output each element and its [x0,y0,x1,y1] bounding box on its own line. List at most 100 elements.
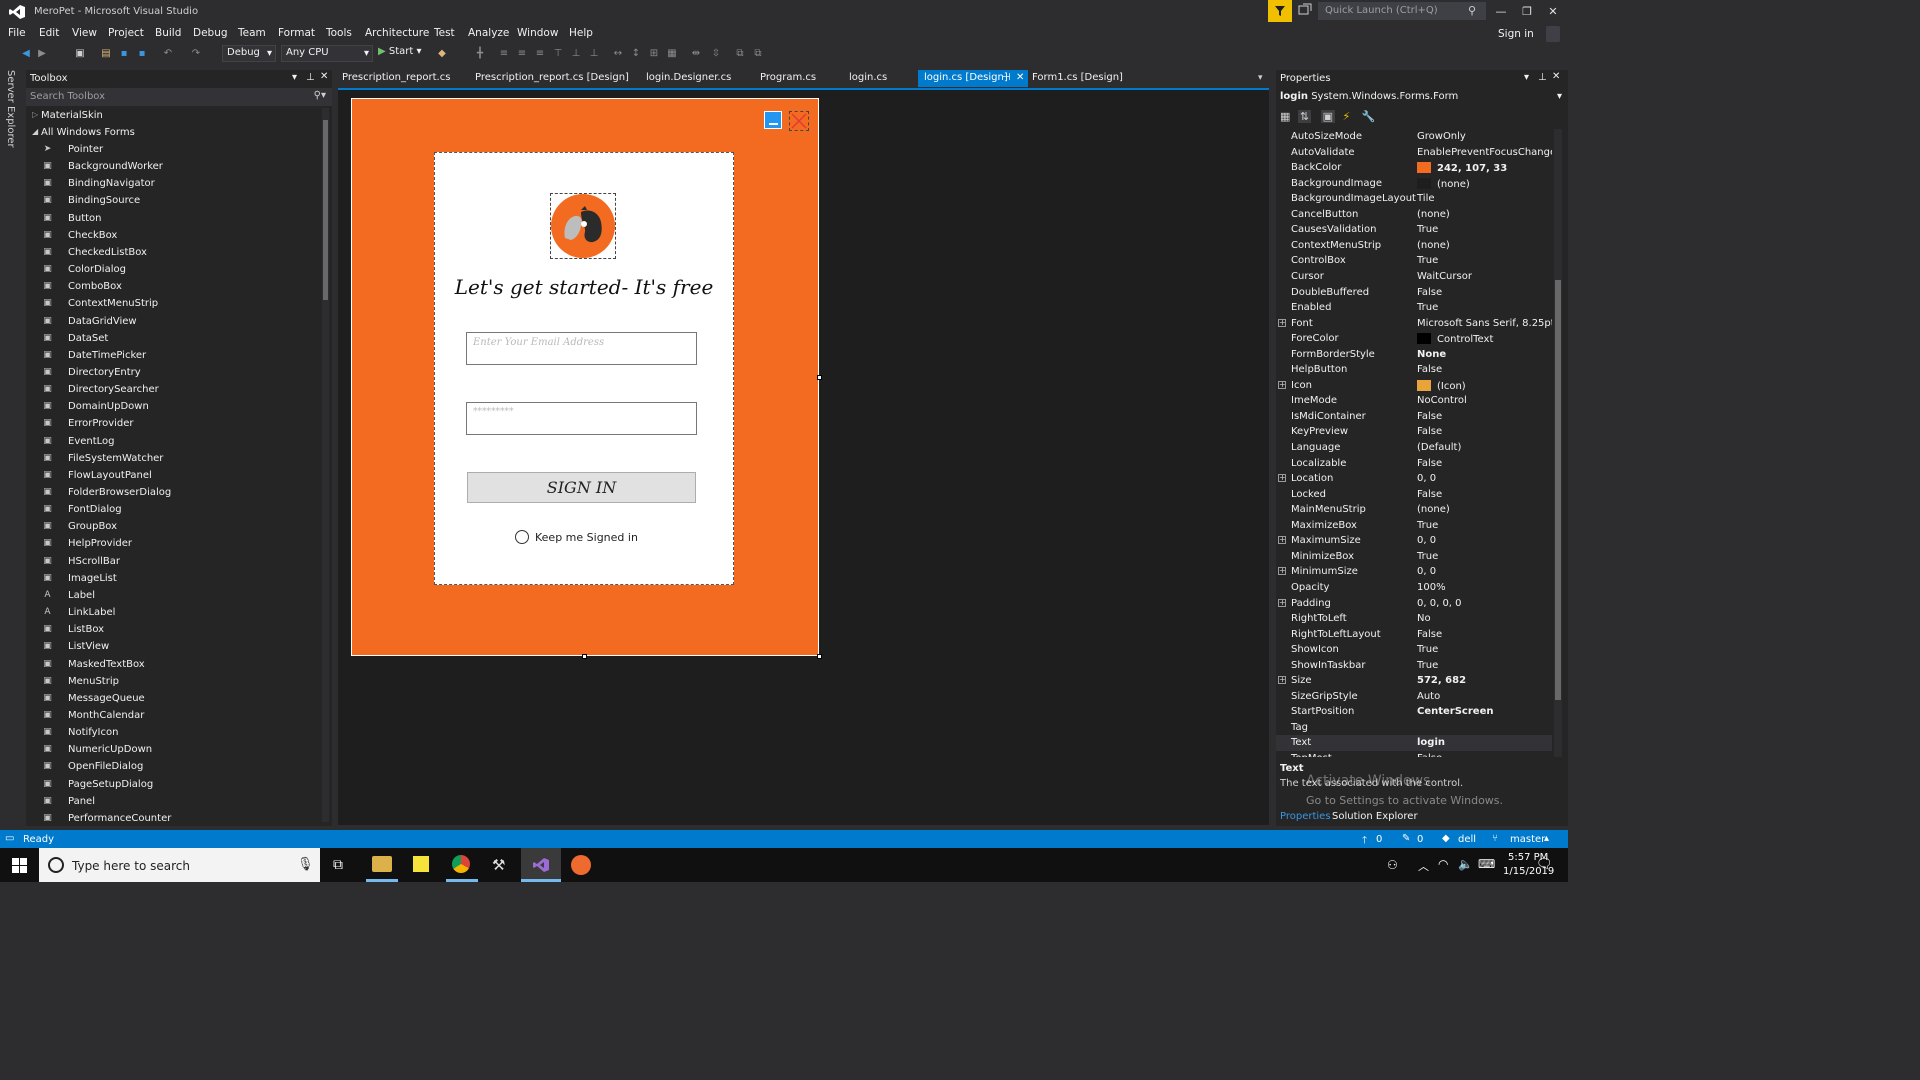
toolbox-group[interactable]: ▷ MaterialSkin [26,107,322,124]
toolbox-item[interactable]: A LinkLabel [26,604,322,621]
toolbox-item[interactable]: ▣ DataSet [26,330,322,347]
toolbox-item[interactable]: ▣ EventLog [26,433,322,450]
property-row[interactable]: + Icon (Icon) [1276,378,1552,394]
resize-handle-right[interactable] [817,375,822,380]
property-value[interactable]: (none) [1417,209,1450,220]
align-bottoms-icon[interactable]: ⊥ [588,48,600,60]
property-value[interactable]: (none) [1417,177,1470,190]
property-value[interactable]: 100% [1417,582,1446,593]
property-value[interactable]: True [1417,224,1438,235]
property-pages-icon[interactable]: 🔧 [1362,110,1376,123]
toolbox-item[interactable]: ▣ ImageList [26,570,322,587]
menu-analyze[interactable]: Analyze [468,27,509,39]
property-row[interactable]: Locked False [1276,487,1552,503]
menu-format[interactable]: Format [278,27,315,39]
property-value[interactable]: True [1417,644,1438,655]
back-navigation-icon[interactable]: ◀ [20,48,32,60]
property-value[interactable]: True [1417,302,1438,313]
expand-icon[interactable]: + [1278,676,1286,685]
property-row[interactable]: MainMenuStrip (none) [1276,502,1552,518]
toolbox-item[interactable]: ▣ MenuStrip [26,673,322,690]
property-value[interactable]: 242, 107, 33 [1417,162,1507,174]
language-icon[interactable]: ⌨ [1478,857,1495,871]
property-row[interactable]: RightToLeftLayout False [1276,627,1552,643]
horizontal-spacing-icon[interactable]: ⇹ [690,48,702,60]
tab-form1-design[interactable]: Form1.cs [Design] [1026,70,1129,87]
property-row[interactable]: ForeColor ControlText [1276,331,1552,347]
property-row[interactable]: Language (Default) [1276,440,1552,456]
property-value[interactable]: 572, 682 [1417,675,1466,686]
property-value[interactable]: Microsoft Sans Serif, 8.25pt [1417,318,1552,329]
sql-tools-icon[interactable]: ⚒ [492,856,505,874]
minimize-window-button[interactable]: — [1488,2,1514,20]
toolbox-item[interactable]: ▣ FlowLayoutPanel [26,467,322,484]
volume-icon[interactable]: 🔈 [1458,857,1473,871]
close-tab-icon[interactable]: ✕ [1016,72,1024,83]
properties-bottom-tab[interactable]: Properties [1280,811,1331,822]
make-same-height-icon[interactable]: ↕ [630,48,642,60]
taskbar-search-box[interactable]: Type here to search 🎙 [39,848,320,882]
property-value[interactable]: False [1417,426,1442,437]
toolbox-item[interactable]: ▣ OpenFileDialog [26,758,322,775]
property-row[interactable]: Enabled True [1276,300,1552,316]
toolbox-item[interactable]: ▣ HScrollBar [26,553,322,570]
property-row[interactable]: SizeGripStyle Auto [1276,689,1552,705]
property-value[interactable]: NoControl [1417,395,1467,406]
property-row[interactable]: DoubleBuffered False [1276,285,1552,301]
dropdown-icon[interactable]: ▾ [1524,72,1529,83]
property-row[interactable]: CausesValidation True [1276,222,1552,238]
keep-signed-in-radio[interactable] [515,530,529,544]
save-icon[interactable]: ▪ [118,48,130,60]
repository-name[interactable]: dell [1458,834,1476,845]
menu-edit[interactable]: Edit [39,27,59,39]
property-value[interactable]: 0, 0 [1417,566,1436,577]
property-value[interactable]: False [1417,489,1442,500]
platform-combo[interactable]: Any CPU ▾ [281,45,373,62]
expand-icon[interactable]: + [1278,536,1286,545]
menu-window[interactable]: Window [517,27,558,39]
alphabetical-icon[interactable]: ⇅ [1297,110,1312,123]
toolbox-item[interactable]: ▣ PageSetupDialog [26,776,322,793]
menu-tools[interactable]: Tools [326,27,352,39]
property-value[interactable]: login [1417,737,1445,748]
toolbox-item[interactable]: ▣ NumericUpDown [26,741,322,758]
close-button[interactable] [789,111,809,131]
property-value[interactable]: 0, 0, 0, 0 [1417,598,1462,609]
changes-count[interactable]: 0 [1417,834,1423,845]
sign-in-button[interactable]: SIGN IN [467,472,696,503]
toolbox-item[interactable]: ▣ NotifyIcon [26,724,322,741]
align-centers-icon[interactable]: ≡ [516,48,528,60]
size-to-grid-icon[interactable]: ⊞ [648,48,660,60]
property-value[interactable]: True [1417,255,1438,266]
feedback-filter-button[interactable] [1268,0,1292,22]
toolbox-item[interactable]: ▣ Button [26,210,322,227]
toolbox-item[interactable]: ▣ FontDialog [26,501,322,518]
menu-build[interactable]: Build [155,27,181,39]
toolbox-item[interactable]: ▣ ErrorProvider [26,415,322,432]
maximize-window-button[interactable]: ❐ [1514,2,1540,20]
action-center-icon[interactable]: 🗨 [1536,857,1553,872]
windows-start-icon[interactable] [12,858,27,873]
expand-icon[interactable]: + [1278,380,1286,389]
toolbox-group[interactable]: ◢ All Windows Forms [26,124,322,141]
toolbox-item[interactable]: ▣ MonthCalendar [26,707,322,724]
expand-icon[interactable]: + [1278,598,1286,607]
toolbox-item[interactable]: ▣ DataGridView [26,313,322,330]
search-icon[interactable]: ⚲▾ [314,90,326,101]
property-row[interactable]: TopMost False [1276,751,1552,757]
branch-chevron-icon[interactable]: ▴ [1544,833,1549,844]
close-icon[interactable]: ✕ [1552,71,1560,82]
people-icon[interactable]: ⚇ [1387,858,1398,872]
pin-icon[interactable]: ⊥ [1538,72,1547,83]
minimize-button[interactable] [764,111,782,129]
quick-launch-input[interactable]: Quick Launch (Ctrl+Q) [1318,2,1486,20]
resize-handle-corner[interactable] [817,654,822,659]
microphone-icon[interactable]: 🎙 [297,857,314,872]
align-rights-icon[interactable]: ≡ [534,48,546,60]
align-tops-icon[interactable]: ⊤ [552,48,564,60]
notifications-icon[interactable] [1298,3,1312,17]
property-row[interactable]: ShowInTaskbar True [1276,658,1552,674]
toolbox-item[interactable]: ▣ ColorDialog [26,261,322,278]
menu-architecture[interactable]: Architecture [365,27,429,39]
property-value[interactable]: Tile [1417,193,1435,204]
